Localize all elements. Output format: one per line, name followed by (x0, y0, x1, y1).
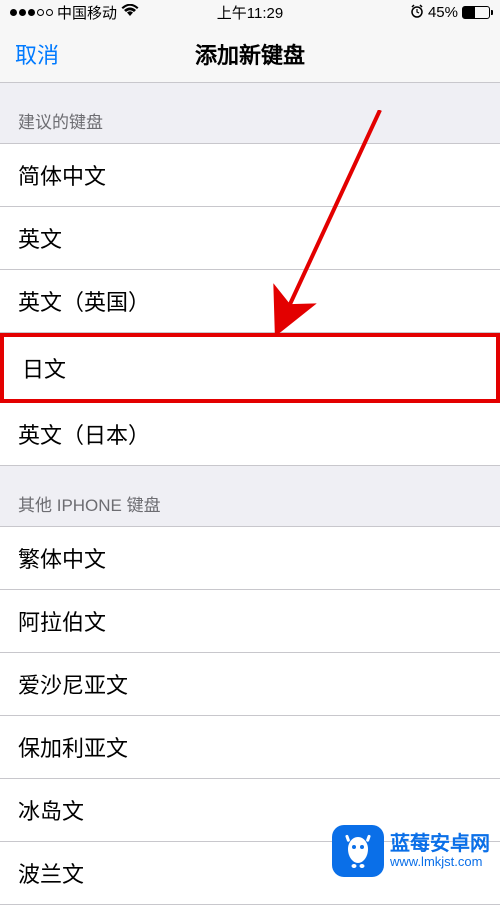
watermark: 蓝莓安卓网 www.lmkjst.com (332, 825, 490, 877)
keyboard-row-bulgarian[interactable]: 保加利亚文 (0, 716, 500, 779)
section-header-suggested: 建议的键盘 (0, 83, 500, 143)
wifi-icon (121, 4, 139, 21)
keyboard-row-english[interactable]: 英文 (0, 207, 500, 270)
battery-icon (462, 6, 490, 19)
watermark-text-block: 蓝莓安卓网 www.lmkjst.com (390, 834, 490, 869)
alarm-icon (410, 4, 424, 22)
keyboard-row-simplified-chinese[interactable]: 简体中文 (0, 143, 500, 207)
status-bar: 中国移动 上午11:29 45% (0, 0, 500, 25)
cancel-button[interactable]: 取消 (0, 38, 74, 70)
watermark-logo-icon (332, 825, 384, 877)
keyboard-row-english-uk[interactable]: 英文（英国） (0, 270, 500, 333)
section-header-other: 其他 IPHONE 键盘 (0, 466, 500, 526)
watermark-url: www.lmkjst.com (390, 854, 490, 869)
nav-bar: 取消 添加新键盘 (0, 25, 500, 83)
suggested-keyboards-list: 简体中文 英文 英文（英国） 日文 英文（日本） (0, 143, 500, 466)
status-time: 上午11:29 (217, 2, 283, 23)
status-left: 中国移动 (10, 2, 139, 23)
page-title: 添加新键盘 (195, 38, 305, 70)
keyboard-row-english-japan[interactable]: 英文（日本） (0, 403, 500, 466)
keyboard-row-arabic[interactable]: 阿拉伯文 (0, 590, 500, 653)
signal-strength-icon (10, 9, 53, 16)
carrier-label: 中国移动 (57, 2, 117, 23)
keyboard-row-estonian[interactable]: 爱沙尼亚文 (0, 653, 500, 716)
keyboard-row-japanese[interactable]: 日文 (0, 333, 500, 403)
keyboard-row-traditional-chinese[interactable]: 繁体中文 (0, 526, 500, 590)
watermark-title: 蓝莓安卓网 (390, 834, 490, 854)
status-right: 45% (410, 4, 490, 22)
battery-percent: 45% (428, 4, 458, 21)
